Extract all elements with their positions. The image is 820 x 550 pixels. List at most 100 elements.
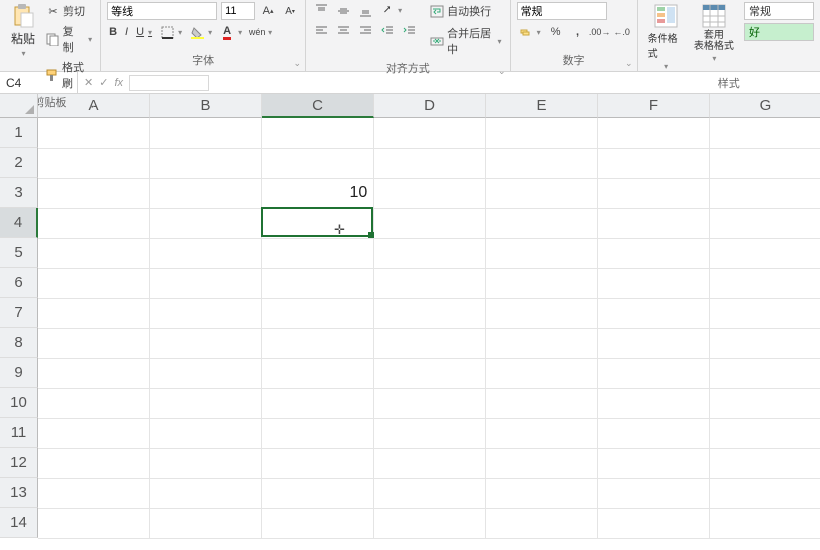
align-left-button[interactable] (312, 22, 330, 38)
cell[interactable] (486, 148, 598, 178)
cell[interactable] (38, 148, 150, 178)
cell[interactable] (38, 448, 150, 478)
orientation-button[interactable]: ⭧▾ (378, 2, 404, 18)
cell[interactable] (598, 478, 710, 508)
align-center-button[interactable] (334, 22, 352, 38)
bold-button[interactable]: B (107, 25, 119, 39)
underline-button[interactable]: U▾ (134, 25, 154, 39)
decrease-indent-button[interactable] (378, 22, 396, 38)
cell[interactable] (598, 178, 710, 208)
cell[interactable] (150, 508, 262, 538)
cell[interactable] (710, 418, 820, 448)
cell[interactable] (710, 238, 820, 268)
cell[interactable] (374, 148, 486, 178)
cell[interactable] (38, 118, 150, 148)
cell[interactable] (374, 268, 486, 298)
row-header[interactable]: 6 (0, 268, 38, 298)
cell[interactable] (38, 418, 150, 448)
align-bottom-button[interactable] (356, 2, 374, 18)
copy-button[interactable]: 复制 ▾ (44, 22, 94, 56)
font-size-selector[interactable] (221, 2, 255, 20)
cell[interactable] (38, 328, 150, 358)
cell[interactable] (262, 298, 374, 328)
row-header[interactable]: 8 (0, 328, 38, 358)
row-header[interactable]: 2 (0, 148, 38, 178)
cell[interactable] (38, 208, 150, 238)
cell[interactable] (374, 208, 486, 238)
font-color-button[interactable]: A▾ (218, 24, 244, 40)
cell[interactable] (710, 118, 820, 148)
cell[interactable] (486, 178, 598, 208)
cell[interactable] (598, 148, 710, 178)
row-header[interactable]: 14 (0, 508, 38, 538)
cell[interactable] (710, 388, 820, 418)
comma-button[interactable]: , (569, 24, 587, 40)
cell[interactable] (38, 358, 150, 388)
cell[interactable] (486, 238, 598, 268)
row-header[interactable]: 12 (0, 448, 38, 478)
increase-decimal-button[interactable]: .00→ (591, 24, 609, 40)
cell[interactable] (486, 298, 598, 328)
cell[interactable] (486, 268, 598, 298)
italic-button[interactable]: I (123, 25, 130, 39)
paste-button[interactable]: 粘贴 ▾ (6, 2, 40, 60)
cell[interactable] (710, 148, 820, 178)
font-name-selector[interactable] (107, 2, 217, 20)
row-header[interactable]: 5 (0, 238, 38, 268)
cell[interactable] (150, 178, 262, 208)
cell[interactable] (374, 388, 486, 418)
cell[interactable] (150, 448, 262, 478)
cell[interactable] (598, 238, 710, 268)
cells-area[interactable]: 10 ✛ (38, 118, 820, 539)
formula-input[interactable] (129, 75, 209, 91)
fx-icon[interactable]: fx (114, 77, 123, 89)
cell[interactable] (374, 178, 486, 208)
cell[interactable] (374, 418, 486, 448)
cell[interactable] (38, 478, 150, 508)
cell[interactable]: 10 (262, 178, 374, 208)
cell[interactable] (598, 118, 710, 148)
cell[interactable] (710, 508, 820, 538)
cut-button[interactable]: ✂ 剪切 (44, 2, 94, 20)
cell[interactable] (486, 208, 598, 238)
row-header[interactable]: 9 (0, 358, 38, 388)
cell[interactable] (262, 208, 374, 238)
formula-cancel-button[interactable]: ✕ (84, 76, 93, 89)
cell[interactable] (38, 268, 150, 298)
copy-dropdown-icon[interactable]: ▾ (88, 35, 92, 44)
row-header[interactable]: 13 (0, 478, 38, 508)
cell[interactable] (710, 328, 820, 358)
cell[interactable] (262, 478, 374, 508)
cell[interactable] (150, 148, 262, 178)
cell[interactable] (150, 208, 262, 238)
row-header[interactable]: 4 (0, 208, 38, 238)
cell[interactable] (374, 298, 486, 328)
cell[interactable] (262, 238, 374, 268)
row-header[interactable]: 11 (0, 418, 38, 448)
decrease-font-button[interactable]: A▾ (281, 3, 299, 19)
cell[interactable] (150, 388, 262, 418)
wrap-text-button[interactable]: 自动换行 (428, 2, 503, 20)
cell[interactable] (710, 298, 820, 328)
cell[interactable] (598, 298, 710, 328)
cell[interactable] (486, 358, 598, 388)
row-header[interactable]: 7 (0, 298, 38, 328)
cell[interactable] (150, 418, 262, 448)
align-middle-button[interactable] (334, 2, 352, 18)
phonetic-button[interactable]: wén▾ (248, 24, 274, 40)
align-right-button[interactable] (356, 22, 374, 38)
format-as-table-button[interactable]: 套用 表格格式 ▾ (692, 2, 736, 65)
decrease-decimal-button[interactable]: ←.0 (613, 24, 631, 40)
cell[interactable] (150, 118, 262, 148)
formula-confirm-button[interactable]: ✓ (99, 76, 108, 89)
cell-style-normal[interactable]: 常规 (744, 2, 814, 20)
cell[interactable] (374, 238, 486, 268)
cell[interactable] (486, 118, 598, 148)
cell[interactable] (262, 448, 374, 478)
fill-color-button[interactable]: ▾ (188, 24, 214, 40)
cell[interactable] (598, 328, 710, 358)
cell[interactable] (598, 418, 710, 448)
cell[interactable] (38, 388, 150, 418)
row-header[interactable]: 10 (0, 388, 38, 418)
cell[interactable] (150, 328, 262, 358)
